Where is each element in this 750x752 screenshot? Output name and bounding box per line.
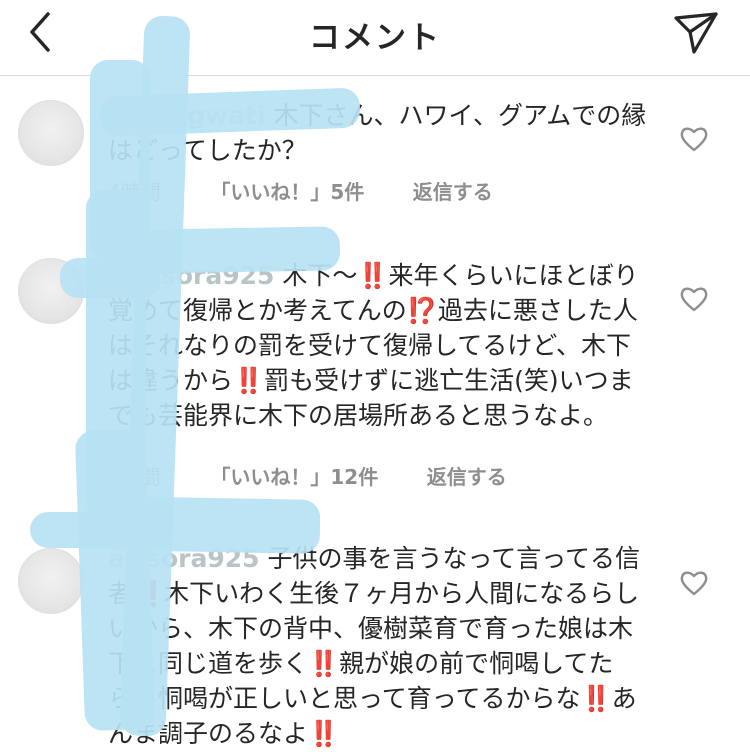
avatar[interactable] <box>18 548 84 614</box>
avatar[interactable] <box>18 100 84 166</box>
comment-time: 3時間 <box>108 465 161 489</box>
comment-username[interactable]: p bhagwati <box>108 101 266 130</box>
comment-meta: 3時間 「いいね！」12件 返信する <box>108 461 507 490</box>
comment-time: 4時間 <box>108 180 161 204</box>
heart-icon[interactable] <box>680 570 708 596</box>
page-title: コメント <box>309 20 441 56</box>
likes-count[interactable]: 「いいね！」12件 <box>210 461 420 490</box>
reply-button[interactable]: 返信する <box>427 461 507 490</box>
comment-text: a _sora925 子供の事を言うなって言ってる信者‼️木下いわく生後７ヶ月か… <box>108 541 648 751</box>
paper-plane-icon[interactable] <box>672 10 720 56</box>
heart-icon[interactable] <box>680 126 708 152</box>
comment-text: as _sora925 木下〜‼️来年くらいにほとぼり覚めて復帰とか考えてんの⁉… <box>108 258 648 433</box>
reply-button[interactable]: 返信する <box>413 176 493 205</box>
comment-meta: 4時間 「いいね！」5件 返信する <box>108 176 493 205</box>
likes-count[interactable]: 「いいね！」5件 <box>210 176 406 205</box>
heart-icon[interactable] <box>680 286 708 312</box>
comment-username[interactable]: a _sora925 <box>108 544 260 573</box>
avatar[interactable] <box>18 258 84 324</box>
comment-username[interactable]: as _sora925 <box>108 261 274 290</box>
comment-body: 子供の事を言うなって言ってる信者‼️木下いわく生後７ヶ月から人間になるらしいから… <box>108 544 640 748</box>
comment-text: p bhagwati 木下さん、ハワイ、グアムでの縁はどってしたか？ <box>108 98 648 168</box>
header: コメント <box>0 0 750 76</box>
